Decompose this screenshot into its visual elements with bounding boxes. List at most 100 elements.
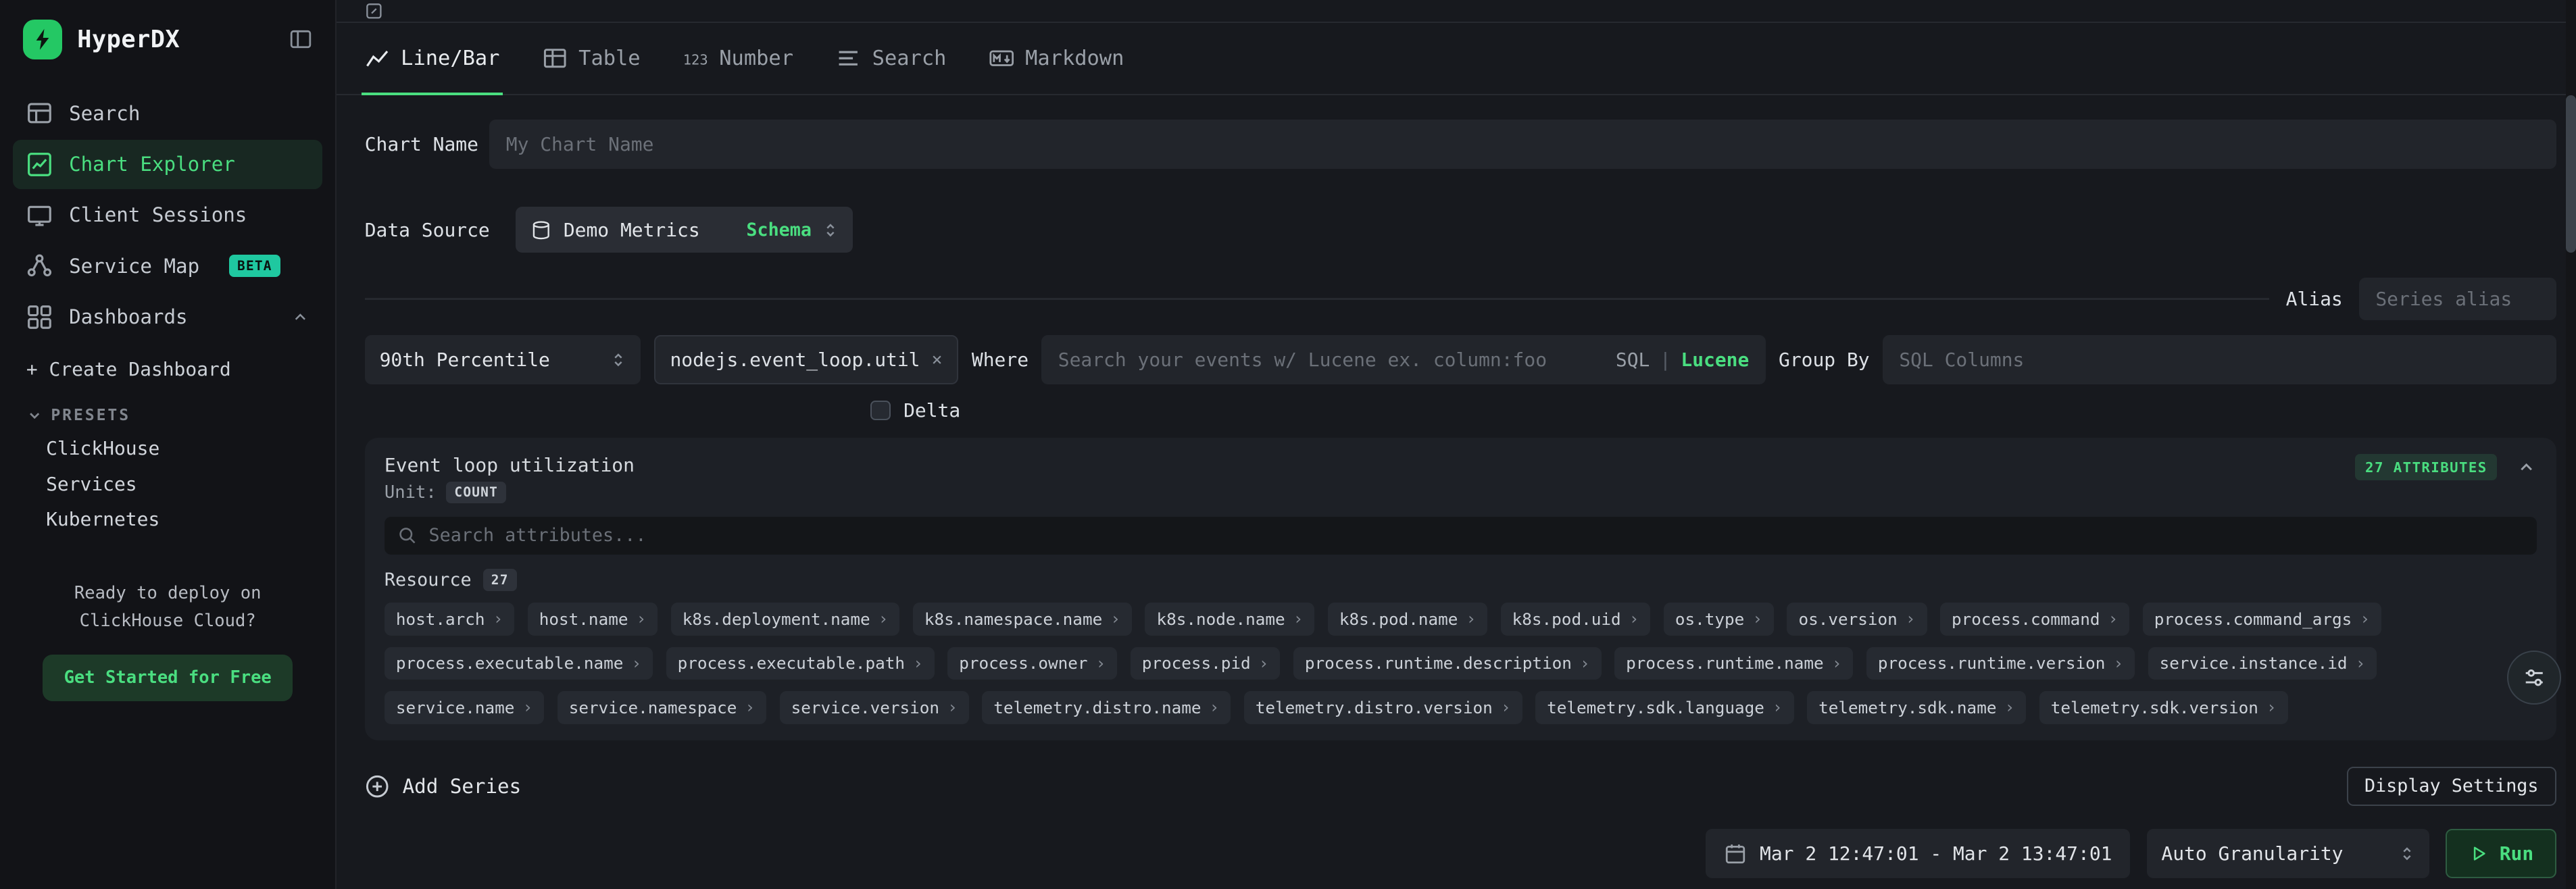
sidebar: HyperDX Search Chart Explorer Client Ses… — [0, 0, 337, 889]
data-source-select[interactable]: Demo Metrics Schema — [516, 207, 852, 253]
chart-name-input[interactable] — [489, 120, 2556, 169]
presets-section-toggle[interactable]: PRESETS — [26, 407, 309, 424]
search-icon — [26, 100, 53, 126]
sidebar-item-label: Dashboards — [69, 305, 188, 328]
attribute-chip[interactable]: os.version › — [1787, 603, 1927, 635]
scrollbar-thumb[interactable] — [2566, 95, 2576, 253]
chevron-right-icon: › — [1259, 655, 1269, 671]
run-button[interactable]: Run — [2446, 829, 2556, 878]
expand-icon[interactable] — [365, 2, 383, 20]
attributes-panel-header: Event loop utilization Unit: COUNT 27 AT… — [385, 454, 2537, 503]
attribute-chip[interactable]: process.owner› — [947, 647, 1117, 680]
attribute-chip[interactable]: k8s.node.name› — [1145, 603, 1314, 635]
attribute-chip[interactable]: service.instance.id› — [2148, 647, 2377, 680]
collapse-attributes-icon[interactable] — [2517, 457, 2536, 477]
where-search-input[interactable] — [1058, 349, 1606, 371]
attribute-chip[interactable]: process.runtime.version› — [1866, 647, 2135, 680]
chevron-right-icon: › — [637, 611, 647, 627]
delta-checkbox[interactable] — [870, 401, 890, 420]
attribute-chip-label: process.executable.name — [396, 653, 623, 673]
sql-toggle[interactable]: SQL — [1616, 349, 1650, 371]
collapse-sidebar-icon[interactable] — [289, 28, 312, 51]
attribute-chip-label: os.version — [1799, 609, 1898, 629]
metric-chip[interactable]: nodejs.event_loop.util × — [654, 335, 959, 384]
attribute-chip[interactable]: process.runtime.name› — [1614, 647, 1853, 680]
attribute-chip[interactable]: telemetry.sdk.version› — [2039, 691, 2288, 723]
preset-clickhouse[interactable]: ClickHouse — [46, 430, 335, 465]
attribute-chip-label: service.instance.id — [2160, 653, 2348, 673]
remove-metric-icon[interactable]: × — [932, 349, 943, 370]
attribute-chip[interactable]: process.command› — [1940, 603, 2129, 635]
alias-label: Alias — [2286, 288, 2343, 310]
sidebar-item-client-sessions[interactable]: Client Sessions — [13, 190, 322, 240]
attribute-chip[interactable]: process.executable.name› — [385, 647, 653, 680]
attribute-chip[interactable]: k8s.namespace.name› — [913, 603, 1132, 635]
attribute-search-bar — [385, 517, 2537, 555]
resource-group-header: Resource 27 — [385, 569, 2537, 591]
attribute-chip[interactable]: k8s.pod.uid› — [1501, 603, 1651, 635]
tab-table[interactable]: Table — [543, 23, 641, 94]
sidebar-item-search[interactable]: Search — [13, 88, 322, 138]
attribute-chip[interactable]: service.namespace› — [558, 691, 767, 723]
sidebar-item-dashboards[interactable]: Dashboards — [13, 293, 322, 342]
resource-label: Resource — [385, 569, 472, 590]
attribute-chip[interactable]: process.pid› — [1131, 647, 1281, 680]
attribute-chip[interactable]: telemetry.distro.version› — [1244, 691, 1522, 723]
attribute-chip-label: k8s.pod.uid — [1512, 609, 1621, 629]
attribute-chip-list: host.arch›host.name›k8s.deployment.name›… — [385, 603, 2537, 723]
group-by-input[interactable] — [1883, 335, 2556, 384]
attribute-chip[interactable]: service.version› — [780, 691, 969, 723]
sidebar-item-chart-explorer[interactable]: Chart Explorer — [13, 140, 322, 189]
chart-preview-strip — [337, 0, 2576, 23]
attribute-chip[interactable]: k8s.deployment.name› — [671, 603, 900, 635]
tab-number[interactable]: 123 Number — [683, 23, 793, 94]
attribute-chip[interactable]: process.runtime.description› — [1293, 647, 1602, 680]
attribute-chip[interactable]: process.command_args› — [2143, 603, 2381, 635]
attribute-chip[interactable]: telemetry.sdk.language› — [1535, 691, 1794, 723]
presets-list: ClickHouse Services Kubernetes — [0, 430, 335, 536]
attribute-chip[interactable]: host.arch› — [385, 603, 514, 635]
chevron-right-icon: › — [2005, 699, 2015, 715]
list-icon — [836, 46, 860, 70]
sidebar-item-service-map[interactable]: Service Map BETA — [13, 241, 322, 290]
metric-description: Event loop utilization — [385, 454, 635, 476]
tab-line-bar[interactable]: Line/Bar — [365, 23, 500, 94]
tab-search[interactable]: Search — [836, 23, 946, 94]
attribute-chip[interactable]: host.name› — [528, 603, 658, 635]
tab-label: Table — [578, 47, 640, 70]
attribute-chip-label: telemetry.distro.version — [1256, 698, 1493, 717]
toggle-divider: | — [1660, 349, 1671, 371]
time-range-picker[interactable]: Mar 2 12:47:01 - Mar 2 13:47:01 — [1706, 829, 2130, 878]
add-series-button[interactable]: Add Series — [365, 774, 521, 798]
attribute-chip-label: service.namespace — [569, 698, 737, 717]
attribute-chip[interactable]: service.name› — [385, 691, 544, 723]
series-actions-row: Add Series Display Settings — [337, 767, 2576, 806]
chart-options-fab[interactable] — [2507, 651, 2561, 705]
attribute-chip[interactable]: process.executable.path› — [666, 647, 935, 680]
attribute-chip-label: k8s.deployment.name — [683, 609, 870, 629]
get-started-button[interactable]: Get Started for Free — [43, 655, 293, 701]
sidebar-item-label: Search — [69, 102, 140, 125]
display-settings-button[interactable]: Display Settings — [2347, 767, 2556, 806]
attribute-chip[interactable]: k8s.pod.name› — [1328, 603, 1487, 635]
attribute-search-input[interactable] — [429, 525, 2524, 546]
play-icon — [2469, 844, 2488, 863]
chevron-right-icon: › — [1906, 611, 1916, 627]
chart-name-row: Chart Name — [337, 120, 2576, 169]
preset-services[interactable]: Services — [46, 466, 335, 501]
tab-markdown[interactable]: Markdown — [989, 23, 1124, 94]
attribute-chip[interactable]: telemetry.sdk.name› — [1807, 691, 2026, 723]
lucene-toggle[interactable]: Lucene — [1681, 349, 1749, 371]
granularity-select[interactable]: Auto Granularity — [2147, 829, 2429, 878]
data-source-value: Demo Metrics — [564, 219, 700, 241]
chart-explorer-main: Line/Bar Table 123 Number Search Markdow… — [337, 0, 2576, 889]
attribute-chip-label: k8s.namespace.name — [924, 609, 1102, 629]
scrollbar[interactable] — [2566, 0, 2576, 889]
attribute-chip[interactable]: telemetry.distro.name› — [982, 691, 1231, 723]
alias-input[interactable] — [2359, 278, 2556, 320]
aggregation-select[interactable]: 90th Percentile — [365, 335, 641, 384]
preset-kubernetes[interactable]: Kubernetes — [46, 501, 335, 536]
attribute-chip[interactable]: os.type› — [1664, 603, 1774, 635]
create-dashboard-button[interactable]: + Create Dashboard — [26, 358, 309, 380]
schema-button[interactable]: Schema — [746, 220, 812, 240]
